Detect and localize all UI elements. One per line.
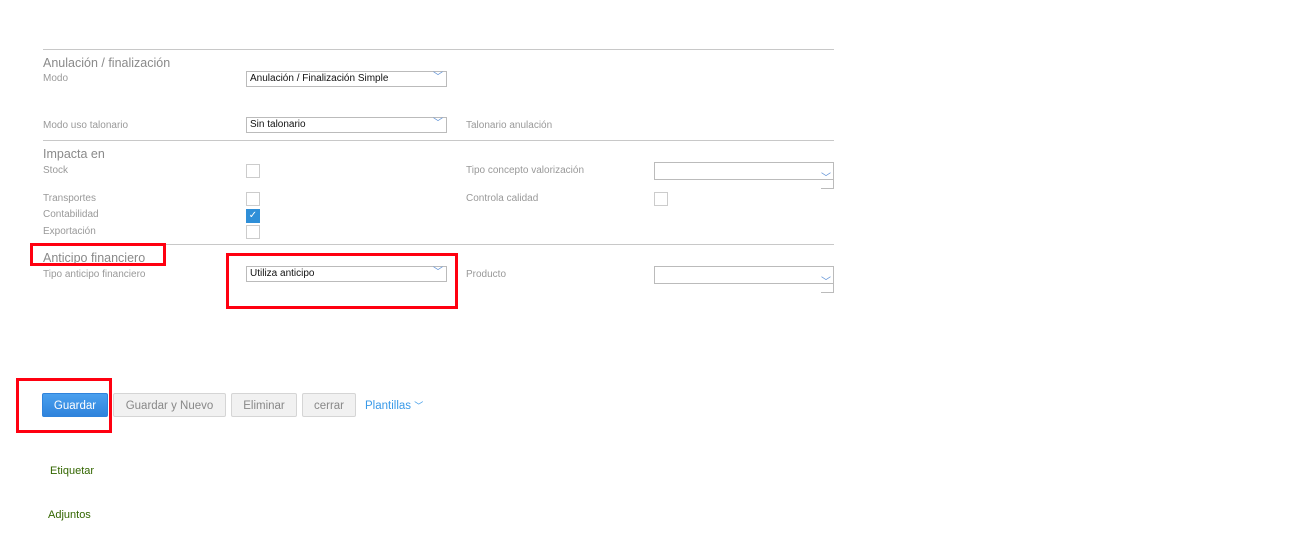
modo-talonario-label: Modo uso talonario (43, 120, 129, 131)
section-anulacion: Anulación / finalización (43, 56, 171, 70)
chevron-down-icon: ﹀ (821, 173, 831, 184)
tipo-anticipo-label: Tipo anticipo financiero (43, 269, 146, 280)
guardar-nuevo-button[interactable]: Guardar y Nuevo (113, 393, 226, 417)
controla-calidad-label: Controla calidad (466, 193, 539, 204)
highlight-box (30, 243, 166, 266)
plantillas-label: Plantillas (365, 400, 412, 412)
check-icon: ✓ (248, 210, 258, 221)
highlight-box (16, 378, 112, 433)
divider (43, 49, 834, 50)
exportacion-label: Exportación (43, 226, 96, 237)
modo-label: Modo (43, 73, 69, 84)
contabilidad-label: Contabilidad (43, 209, 99, 220)
etiquetar-link[interactable]: Etiquetar (50, 465, 94, 477)
contabilidad-checkbox[interactable]: ✓ (246, 209, 260, 223)
chevron-down-icon: ﹀ (433, 118, 443, 129)
tipo-concepto-label: Tipo concepto valorización (466, 165, 585, 176)
modo-select[interactable]: Anulación / Finalización Simple ﹀ (246, 71, 447, 87)
adjuntos-link[interactable]: Adjuntos (48, 509, 91, 521)
exportacion-checkbox[interactable] (246, 225, 260, 239)
modo-value: Anulación / Finalización Simple (250, 73, 389, 84)
tipo-concepto-combo[interactable]: ﹀ (654, 162, 834, 189)
divider (43, 140, 834, 141)
chevron-down-icon: ﹀ (433, 72, 443, 83)
producto-label: Producto (466, 269, 507, 280)
stock-checkbox[interactable] (246, 164, 260, 178)
talonario-anulacion-label: Talonario anulación (466, 120, 553, 131)
transportes-checkbox[interactable] (246, 192, 260, 206)
modo-talonario-value: Sin talonario (250, 119, 306, 130)
highlight-box (226, 253, 458, 309)
eliminar-button[interactable]: Eliminar (231, 393, 297, 417)
stock-label: Stock (43, 165, 69, 176)
transportes-label: Transportes (43, 193, 96, 204)
producto-combo[interactable]: ﹀ (654, 266, 834, 293)
plantillas-dropdown[interactable]: Plantillas ﹀ (365, 399, 423, 412)
section-impacta: Impacta en (43, 147, 105, 161)
chevron-down-icon: ﹀ (821, 277, 831, 288)
chevron-down-icon: ﹀ (414, 401, 424, 411)
modo-talonario-select[interactable]: Sin talonario ﹀ (246, 117, 447, 133)
cerrar-button[interactable]: cerrar (302, 393, 356, 417)
controla-calidad-checkbox[interactable] (654, 192, 668, 206)
